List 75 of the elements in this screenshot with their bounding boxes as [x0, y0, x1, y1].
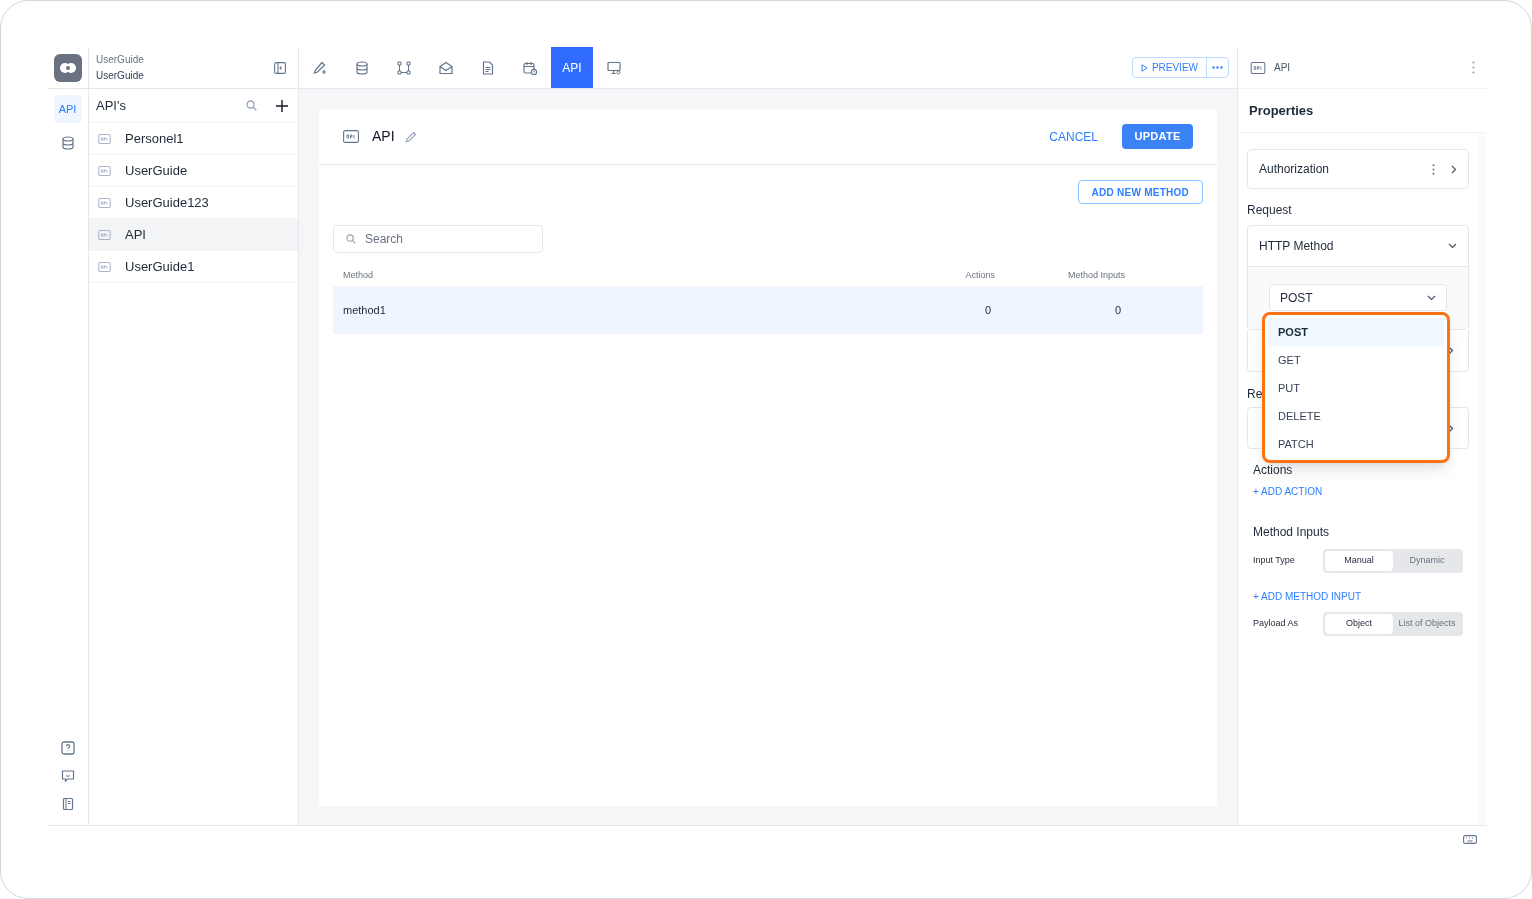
api-icon	[98, 165, 111, 176]
kebab-icon[interactable]	[1472, 61, 1475, 74]
api-icon	[343, 130, 359, 143]
edit-icon[interactable]	[404, 130, 417, 143]
api-icon	[98, 261, 111, 272]
help-icon[interactable]	[60, 741, 75, 755]
add-method-input-link[interactable]: + ADD METHOD INPUT	[1253, 589, 1362, 604]
sidebar-item[interactable]: UserGuide	[89, 155, 298, 187]
method-select[interactable]: POST	[1269, 284, 1447, 311]
api-tab[interactable]: API	[551, 47, 593, 88]
dropdown-option[interactable]: PATCH	[1268, 430, 1444, 458]
more-icon	[1212, 66, 1223, 69]
column-header: Actions	[964, 268, 995, 282]
properties-title: Properties	[1249, 101, 1314, 120]
sidebar-item[interactable]: API	[89, 219, 298, 251]
api-icon	[1250, 61, 1266, 74]
column-header: Method	[342, 268, 375, 282]
dropdown-option[interactable]: PUT	[1268, 374, 1444, 402]
monitor-settings-icon	[607, 60, 621, 75]
collapse-panel-icon[interactable]	[274, 61, 286, 74]
add-method-button[interactable]: ADD NEW METHOD	[1077, 180, 1203, 204]
project-name: UserGuide	[96, 68, 144, 83]
search-icon	[346, 234, 356, 244]
kebab-icon[interactable]	[1432, 163, 1435, 175]
field-label: Payload As	[1253, 617, 1300, 631]
editor-title: API	[372, 127, 395, 146]
document-icon	[481, 60, 495, 75]
update-button[interactable]: UPDATE	[1122, 124, 1193, 149]
table-cell: 0	[984, 304, 991, 317]
authorization-card[interactable]: Authorization	[1247, 149, 1469, 189]
envelope-icon	[439, 60, 453, 75]
field-label: Input Type	[1253, 554, 1296, 568]
api-icon	[98, 229, 111, 240]
table-cell: 0	[1114, 304, 1121, 317]
panel-header-title: API	[1274, 61, 1292, 75]
api-icon	[98, 197, 111, 208]
chevron-down-icon	[1427, 294, 1436, 301]
nodes-icon	[397, 60, 411, 75]
database-icon	[60, 136, 75, 150]
pencil-add-icon	[313, 60, 327, 75]
section-heading: Re	[1247, 386, 1263, 401]
sidebar-title: API's	[96, 96, 127, 115]
authorization-label: Authorization	[1259, 161, 1331, 178]
column-header: Method Inputs	[1066, 268, 1126, 282]
add-icon[interactable]	[276, 99, 288, 112]
keyboard-icon[interactable]	[1463, 835, 1477, 844]
project-label: UserGuide	[96, 52, 144, 67]
cancel-button[interactable]: CANCEL	[1049, 127, 1098, 146]
api-rail-button[interactable]: API	[53, 95, 82, 123]
table-row[interactable]: method1 0 0	[333, 287, 1203, 334]
segment-button[interactable]: Object	[1325, 614, 1393, 634]
sidebar-item[interactable]: Personel1	[89, 123, 298, 155]
sidebar-item[interactable]: UserGuide1	[89, 251, 298, 283]
segment-button[interactable]: Manual	[1325, 551, 1393, 571]
add-action-link[interactable]: + ADD ACTION	[1253, 484, 1323, 499]
api-icon	[98, 133, 111, 144]
book-icon[interactable]	[60, 797, 75, 811]
feedback-icon[interactable]	[60, 769, 75, 783]
segment-button[interactable]: Dynamic	[1393, 551, 1461, 571]
dropdown-option[interactable]: DELETE	[1268, 402, 1444, 430]
section-heading: Request	[1247, 202, 1292, 217]
dropdown-option[interactable]: GET	[1268, 346, 1444, 374]
dropdown-option[interactable]: POST	[1268, 318, 1444, 346]
calendar-clock-icon	[523, 60, 537, 75]
section-heading: Method Inputs	[1253, 524, 1330, 541]
play-icon	[1140, 63, 1148, 72]
table-cell: method1	[343, 304, 386, 317]
section-heading: Actions	[1253, 462, 1293, 476]
segment-button[interactable]: List of Objects	[1393, 614, 1461, 634]
database-icon	[355, 60, 369, 75]
search-field[interactable]: Search	[333, 225, 543, 253]
search-icon[interactable]	[246, 100, 257, 111]
app-logo	[53, 53, 82, 82]
chevron-down-icon	[1448, 243, 1457, 249]
chevron-right-icon	[1451, 164, 1457, 174]
